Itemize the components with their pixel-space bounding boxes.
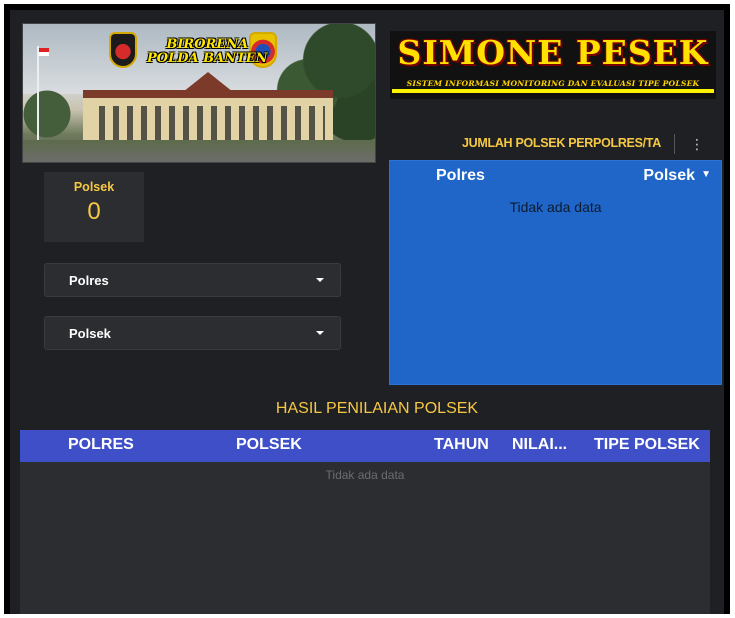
banner-title-line1: BIRORENA	[166, 37, 249, 52]
table-header: POLRES POLSEK TAHUN NILAI... TIPE POLSEK	[20, 430, 710, 462]
polsek-filter-dropdown[interactable]: Polsek	[44, 316, 341, 350]
dashboard-canvas: BIRORENA POLDA BANTEN SIMONE PESEK SISTE…	[10, 10, 724, 614]
header-banner-image: BIRORENA POLDA BANTEN	[22, 23, 376, 163]
banner-title: BIRORENA POLDA BANTEN	[147, 38, 268, 66]
banner-title-line2: POLDA BANTEN	[147, 51, 268, 66]
column-header-polsek[interactable]: POLSEK	[236, 436, 302, 454]
brand-title: SIMONE PESEK	[397, 33, 709, 72]
column-header-polres[interactable]: POLRES	[68, 436, 134, 454]
polda-banten-logo-icon	[109, 32, 137, 68]
banner-ground	[23, 140, 375, 162]
caret-down-icon[interactable]: ▼	[701, 169, 711, 180]
flag-icon	[39, 48, 49, 56]
dropdown-label: Polsek	[69, 326, 111, 341]
more-options-icon[interactable]: ⋮	[690, 134, 704, 154]
chevron-down-icon	[316, 278, 324, 282]
polres-filter-dropdown[interactable]: Polres	[44, 263, 341, 297]
column-header-polres[interactable]: Polres	[436, 167, 485, 185]
hasil-penilaian-table: POLRES POLSEK TAHUN NILAI... TIPE POLSEK…	[20, 430, 710, 614]
chevron-down-icon	[316, 331, 324, 335]
title-separator	[674, 134, 675, 154]
hasil-penilaian-title: HASIL PENILAIAN POLSEK	[275, 400, 479, 417]
flagpole	[37, 46, 39, 142]
scorecard-value: 0	[87, 198, 101, 225]
column-header-polsek[interactable]: Polsek	[643, 167, 695, 185]
jumlah-polsek-table: Polres Polsek ▼ Tidak ada data	[389, 160, 722, 385]
brand-subtitle: SISTEM INFORMASI MONITORING DAN EVALUASI…	[392, 77, 714, 93]
empty-state-text: Tidak ada data	[325, 468, 405, 482]
jumlah-polsek-title: JUMLAH POLSEK PERPOLRES/TA	[462, 136, 661, 150]
column-header-tipe-polsek[interactable]: TIPE POLSEK	[594, 436, 700, 454]
scorecard-label: Polsek	[73, 180, 115, 194]
building-windows	[91, 106, 325, 142]
column-header-nilai[interactable]: NILAI...	[512, 436, 567, 454]
empty-state-text: Tidak ada data	[509, 199, 602, 215]
column-header-tahun[interactable]: TAHUN	[434, 436, 489, 454]
polsek-scorecard: Polsek 0	[44, 172, 144, 242]
dropdown-label: Polres	[69, 273, 109, 288]
brand-logo: SIMONE PESEK SISTEM INFORMASI MONITORING…	[390, 31, 716, 99]
building	[83, 90, 333, 146]
